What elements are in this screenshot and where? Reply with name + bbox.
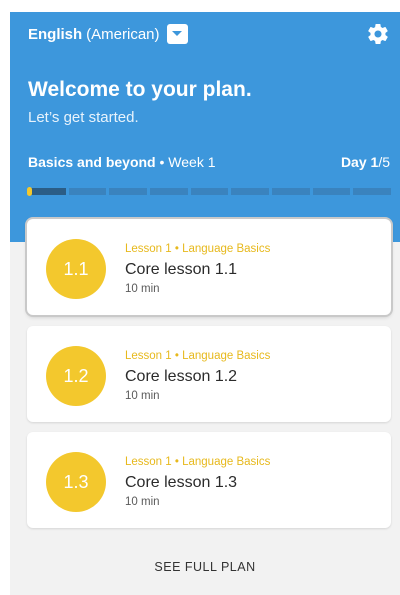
- progress-segment: [353, 188, 392, 195]
- plan-progress-bar: [27, 187, 392, 196]
- lesson-meta: Lesson 1 • Language Basics: [125, 243, 271, 255]
- lesson-card-1-2[interactable]: 1.2 Lesson 1 • Language Basics Core less…: [27, 326, 391, 422]
- day-total: /5: [378, 154, 390, 170]
- see-full-plan-link[interactable]: SEE FULL PLAN: [10, 560, 400, 574]
- lesson-meta: Lesson 1 • Language Basics: [125, 456, 271, 468]
- plan-screen: English (American) Welcome to your plan.…: [10, 12, 400, 595]
- welcome-title: Welcome to your plan.: [28, 78, 252, 101]
- progress-segment: [231, 188, 270, 195]
- plan-separator: •: [155, 154, 169, 170]
- lesson-duration: 10 min: [125, 283, 160, 295]
- lesson-card-1-3[interactable]: 1.3 Lesson 1 • Language Basics Core less…: [27, 432, 391, 528]
- lesson-badge: 1.2: [46, 346, 106, 406]
- language-selector[interactable]: English (American): [28, 24, 188, 44]
- welcome-subtitle: Let’s get started.: [28, 109, 139, 126]
- lesson-title: Core lesson 1.1: [125, 261, 238, 278]
- lesson-meta: Lesson 1 • Language Basics: [125, 350, 271, 362]
- lesson-card-1-1[interactable]: 1.1 Lesson 1 • Language Basics Core less…: [27, 219, 391, 315]
- plan-header: English (American) Welcome to your plan.…: [10, 12, 400, 242]
- progress-segment: [27, 187, 66, 196]
- progress-segment: [109, 188, 148, 195]
- language-primary: English: [28, 25, 83, 43]
- chevron-down-icon[interactable]: [166, 24, 188, 44]
- progress-segment: [312, 188, 351, 195]
- lesson-title: Core lesson 1.3: [125, 474, 238, 491]
- day-indicator: Day 1/5: [341, 154, 390, 170]
- progress-segment: [272, 188, 310, 195]
- plan-info: Basics and beyond • Week 1: [28, 154, 216, 170]
- progress-segment: [68, 188, 107, 195]
- plan-week: Week 1: [168, 154, 216, 170]
- gear-icon[interactable]: [366, 22, 390, 46]
- progress-segment: [190, 188, 229, 195]
- language-secondary: (American): [86, 25, 160, 43]
- progress-marker: [27, 187, 32, 196]
- lesson-duration: 10 min: [125, 496, 160, 508]
- lesson-duration: 10 min: [125, 390, 160, 402]
- lesson-badge: 1.1: [46, 239, 106, 299]
- lesson-title: Core lesson 1.2: [125, 368, 238, 385]
- lesson-badge: 1.3: [46, 452, 106, 512]
- day-label: Day: [340, 154, 367, 170]
- plan-name: Basics and beyond: [28, 154, 156, 170]
- progress-segment: [150, 188, 188, 195]
